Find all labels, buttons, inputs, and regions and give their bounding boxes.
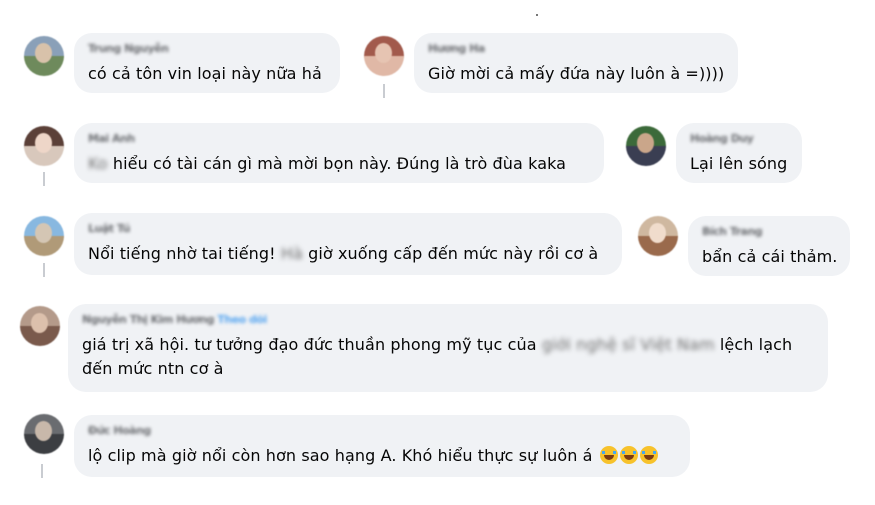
comment-author[interactable]: Trung Nguyễn xyxy=(88,42,328,56)
comment-text: Lại lên sóng xyxy=(690,154,788,173)
thread-line xyxy=(41,464,43,478)
stray-dot xyxy=(536,14,538,16)
comment-text: Giờ mời cả mấy đứa này luôn à =)))) xyxy=(428,64,725,83)
comment-text: bẩn cả cái thảm. xyxy=(702,247,838,266)
thread-line xyxy=(43,172,45,186)
comment-text-start: Nổi tiếng nhờ tai tiếng! xyxy=(88,244,276,263)
comment-author[interactable]: Hoàng Duy xyxy=(690,132,790,146)
comment-bubble: Bích Trang bẩn cả cái thảm. xyxy=(688,216,850,276)
redacted-text: Ko xyxy=(88,154,108,173)
comment-author[interactable]: Đức Hoàng xyxy=(88,424,678,438)
comment-text: Nổi tiếng nhờ tai tiếng! Hà giờ xuống cấ… xyxy=(88,242,610,266)
comment-bubble: Hương Ha Giờ mời cả mấy đứa này luôn à =… xyxy=(414,33,738,93)
avatar[interactable] xyxy=(24,36,64,76)
comment-text: Ko hiểu có tài cán gì mà mời bọn này. Đú… xyxy=(88,152,592,176)
comment-author[interactable]: Luật Tú xyxy=(88,222,610,236)
comment-text-start: giá trị xã hội. tư tưởng đạo đức thuần p… xyxy=(82,335,542,354)
comment-text: giá trị xã hội. tư tưởng đạo đức thuần p… xyxy=(82,333,812,381)
laughing-tears-emoji-icon xyxy=(619,446,638,464)
thread-line xyxy=(383,84,385,98)
avatar[interactable] xyxy=(626,126,666,166)
comment-text: lộ clip mà giờ nổi còn hơn sao hạng A. K… xyxy=(88,444,678,468)
comment-author-name[interactable]: Nguyễn Thị Kim Hương xyxy=(82,313,215,326)
redacted-text: Hà xyxy=(275,244,303,263)
thread-line xyxy=(43,263,45,277)
comment-bubble: Trung Nguyễn có cả tôn vin loại này nữa … xyxy=(74,33,340,93)
comment-text-body: lộ clip mà giờ nổi còn hơn sao hạng A. K… xyxy=(88,446,593,465)
avatar[interactable] xyxy=(638,216,678,256)
comment-text-body: hiểu có tài cán gì mà mời bọn này. Đúng … xyxy=(107,154,567,173)
laughing-tears-emoji-icon xyxy=(639,446,658,464)
avatar[interactable] xyxy=(364,36,404,76)
follow-link[interactable]: Theo dõi xyxy=(217,313,267,326)
comment-author[interactable]: Nguyễn Thị Kim Hương Theo dõi xyxy=(82,313,816,327)
comment-bubble: Hoàng Duy Lại lên sóng xyxy=(676,123,802,183)
redacted-text: giới nghệ sĩ Việt Nam xyxy=(541,335,715,354)
avatar[interactable] xyxy=(24,126,64,166)
comment-author[interactable]: Bích Trang xyxy=(702,225,838,239)
comment-bubble: Nguyễn Thị Kim Hương Theo dõi giá trị xã… xyxy=(68,304,828,392)
laughing-tears-emoji-icon xyxy=(599,446,618,464)
comment-author[interactable]: Mai Anh xyxy=(88,132,592,146)
avatar[interactable] xyxy=(20,306,60,346)
comment-bubble: Đức Hoàng lộ clip mà giờ nổi còn hơn sao… xyxy=(74,415,690,477)
comment-author[interactable]: Hương Ha xyxy=(428,42,726,56)
avatar[interactable] xyxy=(24,414,64,454)
comment-text: có cả tôn vin loại này nữa hả xyxy=(88,64,322,83)
avatar[interactable] xyxy=(24,216,64,256)
comment-text-end: giờ xuống cấp đến mức này rồi cơ à xyxy=(302,244,599,263)
comment-bubble: Mai Anh Ko hiểu có tài cán gì mà mời bọn… xyxy=(74,123,604,183)
comment-bubble: Luật Tú Nổi tiếng nhờ tai tiếng! Hà giờ … xyxy=(74,213,622,275)
